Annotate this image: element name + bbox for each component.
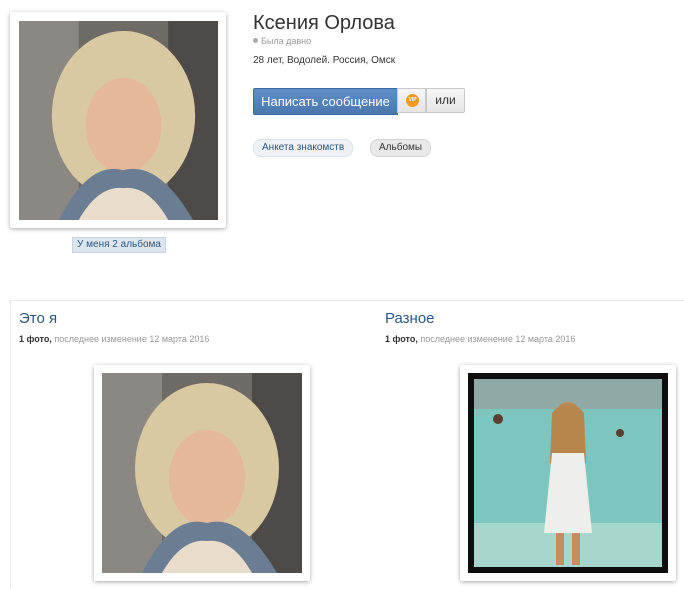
- album-cover-frame[interactable]: [460, 365, 676, 581]
- album-title[interactable]: Разное: [385, 310, 435, 327]
- album-title[interactable]: Это я: [19, 310, 57, 327]
- online-status: Была давно: [253, 36, 311, 46]
- album-cover-photo[interactable]: [468, 373, 668, 573]
- vip-icon: VIP: [406, 94, 419, 107]
- status-dot-icon: [253, 38, 258, 44]
- vip-button[interactable]: VIP: [397, 88, 426, 113]
- album-meta: 1 фото, последнее изменение 12 марта 201…: [385, 334, 575, 344]
- avatar[interactable]: [19, 21, 218, 220]
- profile-name: Ксения Орлова: [253, 12, 395, 34]
- album-updated: последнее изменение 12 марта 2016: [420, 334, 576, 344]
- album-photo-count: 1 фото,: [19, 334, 52, 344]
- profile-meta: 28 лет, Водолей. Россия, Омск: [253, 55, 396, 66]
- albums-count-link[interactable]: У меня 2 альбома: [72, 237, 166, 253]
- write-message-button[interactable]: Написать сообщение: [253, 88, 398, 115]
- tab-dating-profile[interactable]: Анкета знакомств: [253, 139, 354, 157]
- section-border: [10, 300, 11, 589]
- album-meta: 1 фото, последнее изменение 12 марта 201…: [19, 334, 209, 344]
- tab-albums[interactable]: Альбомы: [370, 139, 432, 157]
- avatar-frame[interactable]: [10, 12, 226, 228]
- or-button[interactable]: или: [426, 88, 465, 113]
- album-updated: последнее изменение 12 марта 2016: [54, 334, 210, 344]
- album-cover-frame[interactable]: [94, 365, 310, 581]
- status-text: Была давно: [261, 36, 312, 46]
- album-cover-photo[interactable]: [102, 373, 302, 573]
- section-divider: [10, 300, 684, 301]
- album-photo-count: 1 фото,: [385, 334, 418, 344]
